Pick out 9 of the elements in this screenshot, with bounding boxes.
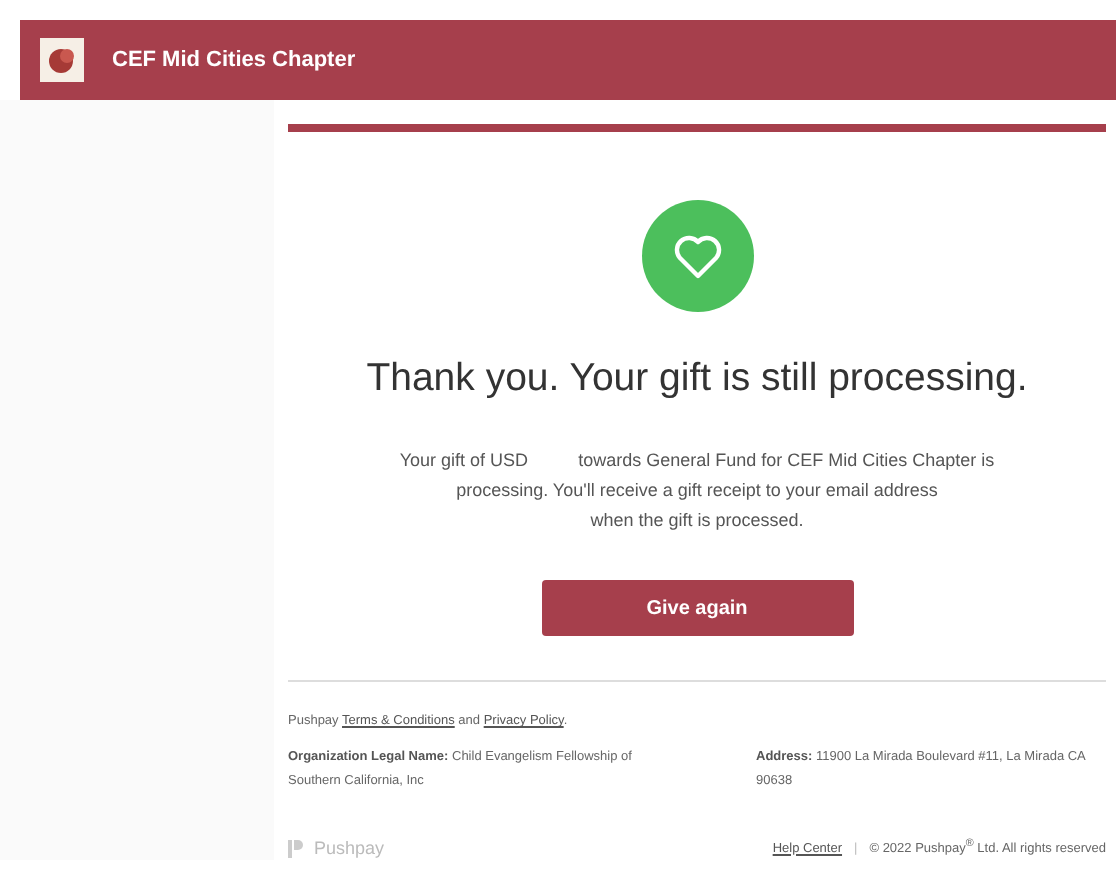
logo-icon <box>40 38 84 82</box>
give-again-button[interactable]: Give again <box>541 580 853 636</box>
brand-name: Pushpay <box>314 838 385 858</box>
message-text: Your gift of USD towards General Fund for CEF Mid Cities Chapter is <box>399 448 995 474</box>
message-text: processing. You'll receive a gift receipt to your email address <box>454 478 940 504</box>
confirmation-heading: Thank you. Your gift is still processing. <box>366 356 1028 402</box>
message-text: when the gift is processed. <box>588 508 806 534</box>
brand-logo-icon <box>288 839 304 857</box>
organization-title: CEF Mid Cities Chapter <box>112 48 356 72</box>
